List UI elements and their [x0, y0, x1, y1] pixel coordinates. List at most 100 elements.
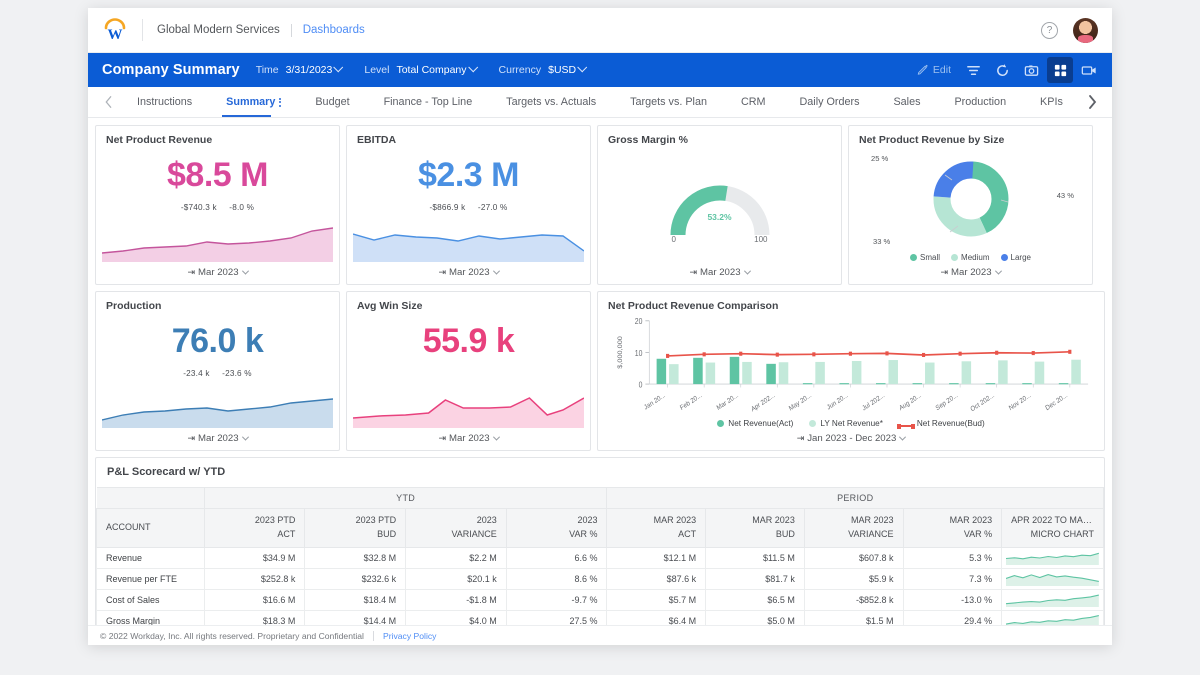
edit-button[interactable]: Edit — [917, 63, 951, 78]
cell-value: $5.7 M — [606, 588, 707, 611]
filter-value-time[interactable]: 3/31/2023 — [286, 62, 344, 76]
footer-copyright: © 2022 Workday, Inc. All rights reserved… — [100, 630, 364, 641]
column-header-period-act[interactable]: MAR 2023 ACT — [606, 508, 707, 548]
column-header-ytd-var-pct[interactable]: 2023 VAR % — [505, 508, 608, 548]
card-period-selector[interactable]: ⇥ Mar 2023 — [859, 262, 1082, 278]
chevron-down-icon — [743, 267, 751, 275]
tab-kpis[interactable]: KPIs — [1036, 87, 1067, 117]
column-header-period-bud[interactable]: MAR 2023 BUD — [705, 508, 805, 548]
filter-icon-button[interactable] — [960, 57, 986, 83]
tab-production[interactable]: Production — [950, 87, 1010, 117]
kpi-value: $2.3 M — [418, 156, 519, 194]
card-period-selector[interactable]: ⇥ Mar 2023 — [106, 262, 329, 278]
tab-label: Sales — [893, 96, 921, 108]
cell-value: $32.8 M — [304, 546, 407, 569]
card-period-selector[interactable]: ⇥ Mar 2023 — [357, 428, 580, 444]
table-row[interactable]: Revenue $34.9 M $32.8 M $2.2 M 6.6 % $12.1 M $… — [96, 546, 1104, 569]
cell-value: 5.3 % — [902, 546, 1003, 569]
legend-item-net-revenue-act[interactable]: Net Revenue(Act) — [717, 419, 793, 428]
comparison-chart-legend: Net Revenue(Act) LY Net Revenue* Net Rev… — [608, 419, 1094, 429]
help-icon[interactable]: ? — [1041, 21, 1058, 39]
tab-finance-top-line[interactable]: Finance - Top Line — [380, 87, 477, 117]
card-title: Gross Margin % — [608, 134, 688, 146]
svg-text:Oct 202...: Oct 202... — [970, 392, 996, 414]
column-header-ytd-variance[interactable]: 2023 VARIANCE — [405, 508, 507, 548]
filter-value-level[interactable]: Total Company — [396, 62, 478, 76]
table-head: YTD PERIOD ACCOUNT 2023 PTD ACT 2023 PTD B… — [96, 487, 1104, 548]
card-avg-win-size[interactable]: Avg Win Size 55.9 k ⇥ Mar 2023 — [346, 291, 591, 451]
column-header-period-variance[interactable]: MAR 2023 VARIANCE — [803, 508, 904, 548]
cell-value: $5.0 M — [705, 609, 805, 625]
kpi-delta: -23.4 k -23.6 % — [106, 369, 329, 378]
cell-account: Revenue — [96, 546, 205, 569]
card-period-label: Mar 2023 — [449, 433, 490, 444]
column-header-ytd-act[interactable]: 2023 PTD ACT — [203, 508, 306, 548]
breadcrumb-dashboards-link[interactable]: Dashboards — [303, 24, 365, 36]
tab-sales[interactable]: Sales — [889, 87, 924, 117]
workday-logo[interactable]: W — [102, 17, 128, 43]
card-period-label: Mar 2023 — [700, 267, 741, 278]
refresh-icon-button[interactable] — [989, 57, 1015, 83]
tab-crm[interactable]: CRM — [737, 87, 770, 117]
card-net-product-revenue-by-size[interactable]: Net Product Revenue by Size 25 % 43 % 33… — [848, 125, 1093, 285]
kpi-delta-abs: -23.4 k — [183, 369, 210, 378]
tabs-next-arrow[interactable] — [1080, 87, 1104, 117]
tab-label: Instructions — [136, 96, 193, 108]
user-avatar[interactable] — [1073, 17, 1098, 43]
column-header-micro-chart[interactable]: APR 2022 TO MAR 2...MICRO CHART — [1001, 508, 1104, 548]
table-row[interactable]: Revenue per FTE $252.8 k $232.6 k $20.1 k 8.… — [96, 567, 1104, 590]
filter-label-level: Level — [364, 64, 390, 76]
legend-item-medium[interactable]: Medium — [951, 253, 990, 262]
card-gross-margin-pct[interactable]: Gross Margin % 53.2% 0 100 ⇥ Mar 2023 — [597, 125, 842, 285]
table-title: P&L Scorecard w/ YTD — [107, 466, 226, 478]
table-row[interactable]: Gross Margin $18.3 M $14.4 M $4.0 M 27.5 % $6… — [96, 609, 1104, 625]
legend-item-large[interactable]: Large — [1000, 253, 1031, 262]
tab-label: Daily Orders — [799, 96, 860, 108]
dashboard-window: W Global Modern Services Dashboards ? Co… — [88, 8, 1112, 645]
presentation-icon-button[interactable] — [1076, 57, 1102, 83]
card-ebitda[interactable]: EBITDA $2.3 M -$866.9 k -27.0 % ⇥ Mar 20… — [346, 125, 591, 285]
tab-instructions[interactable]: Instructions — [133, 87, 196, 117]
tab-targets-vs-actuals[interactable]: Targets vs. Actuals — [502, 87, 600, 117]
table-group-header-row: YTD PERIOD — [96, 487, 1104, 509]
edit-label: Edit — [932, 64, 951, 76]
card-period-selector[interactable]: ⇥ Mar 2023 — [608, 262, 831, 278]
card-pl-scorecard: P&L Scorecard w/ YTD YTD PERIOD ACCOUNT … — [95, 457, 1105, 625]
column-header-account[interactable]: ACCOUNT — [96, 508, 205, 548]
svg-text:$,000,000: $,000,000 — [617, 336, 623, 369]
gauge-min-label: 0 — [671, 234, 676, 244]
grid-view-icon-button[interactable] — [1047, 57, 1073, 83]
tabs-prev-arrow[interactable] — [96, 87, 120, 117]
tab-targets-vs-plan[interactable]: Targets vs. Plan — [626, 87, 711, 117]
chevron-down-icon — [333, 62, 344, 73]
filter-value-currency[interactable]: $USD — [548, 62, 588, 76]
tab-summary[interactable]: Summary — [222, 87, 285, 117]
card-net-product-revenue[interactable]: Net Product Revenue $8.5 M -$740.3 k -8.… — [95, 125, 340, 285]
column-header-ytd-bud[interactable]: 2023 PTD BUD — [304, 508, 407, 548]
camera-icon-button[interactable] — [1018, 57, 1044, 83]
legend-item-ly-net-revenue[interactable]: LY Net Revenue* — [809, 419, 883, 428]
card-production[interactable]: Production 76.0 k -23.4 k -23.6 % ⇥ Mar … — [95, 291, 340, 451]
card-net-product-revenue-comparison[interactable]: Net Product Revenue Comparison 0 10 20 $,00… — [597, 291, 1105, 451]
kpi-value: 55.9 k — [422, 322, 515, 360]
legend-item-small[interactable]: Small — [910, 253, 940, 262]
card-period-selector[interactable]: ⇥ Mar 2023 — [106, 428, 329, 444]
filter-label-currency: Currency — [498, 64, 542, 76]
gauge-scale: 0 100 — [672, 235, 768, 244]
privacy-policy-link[interactable]: Privacy Policy — [383, 631, 436, 641]
header-actions: ? — [1041, 17, 1098, 43]
breadcrumb-separator — [290, 23, 292, 37]
legend-item-net-revenue-bud[interactable]: Net Revenue(Bud) — [896, 419, 985, 429]
filter-label-time: Time — [255, 64, 279, 76]
tab-options-icon[interactable] — [279, 97, 282, 107]
tab-daily-orders[interactable]: Daily Orders — [796, 87, 864, 117]
table-row[interactable]: Cost of Sales $16.6 M $18.4 M -$1.8 M -9.7 %… — [96, 588, 1104, 611]
card-period-selector[interactable]: ⇥ Jan 2023 - Dec 2023 — [608, 428, 1094, 444]
svg-text:Apr 202...: Apr 202... — [750, 392, 776, 414]
cell-value: $81.7 k — [705, 567, 805, 590]
cell-value: -$852.8 k — [803, 588, 904, 611]
column-header-period-var-pct[interactable]: MAR 2023 VAR % — [902, 508, 1003, 548]
tab-budget[interactable]: Budget — [311, 87, 353, 117]
card-period-selector[interactable]: ⇥ Mar 2023 — [357, 262, 580, 278]
sparkline-avg-win-size — [353, 378, 584, 428]
